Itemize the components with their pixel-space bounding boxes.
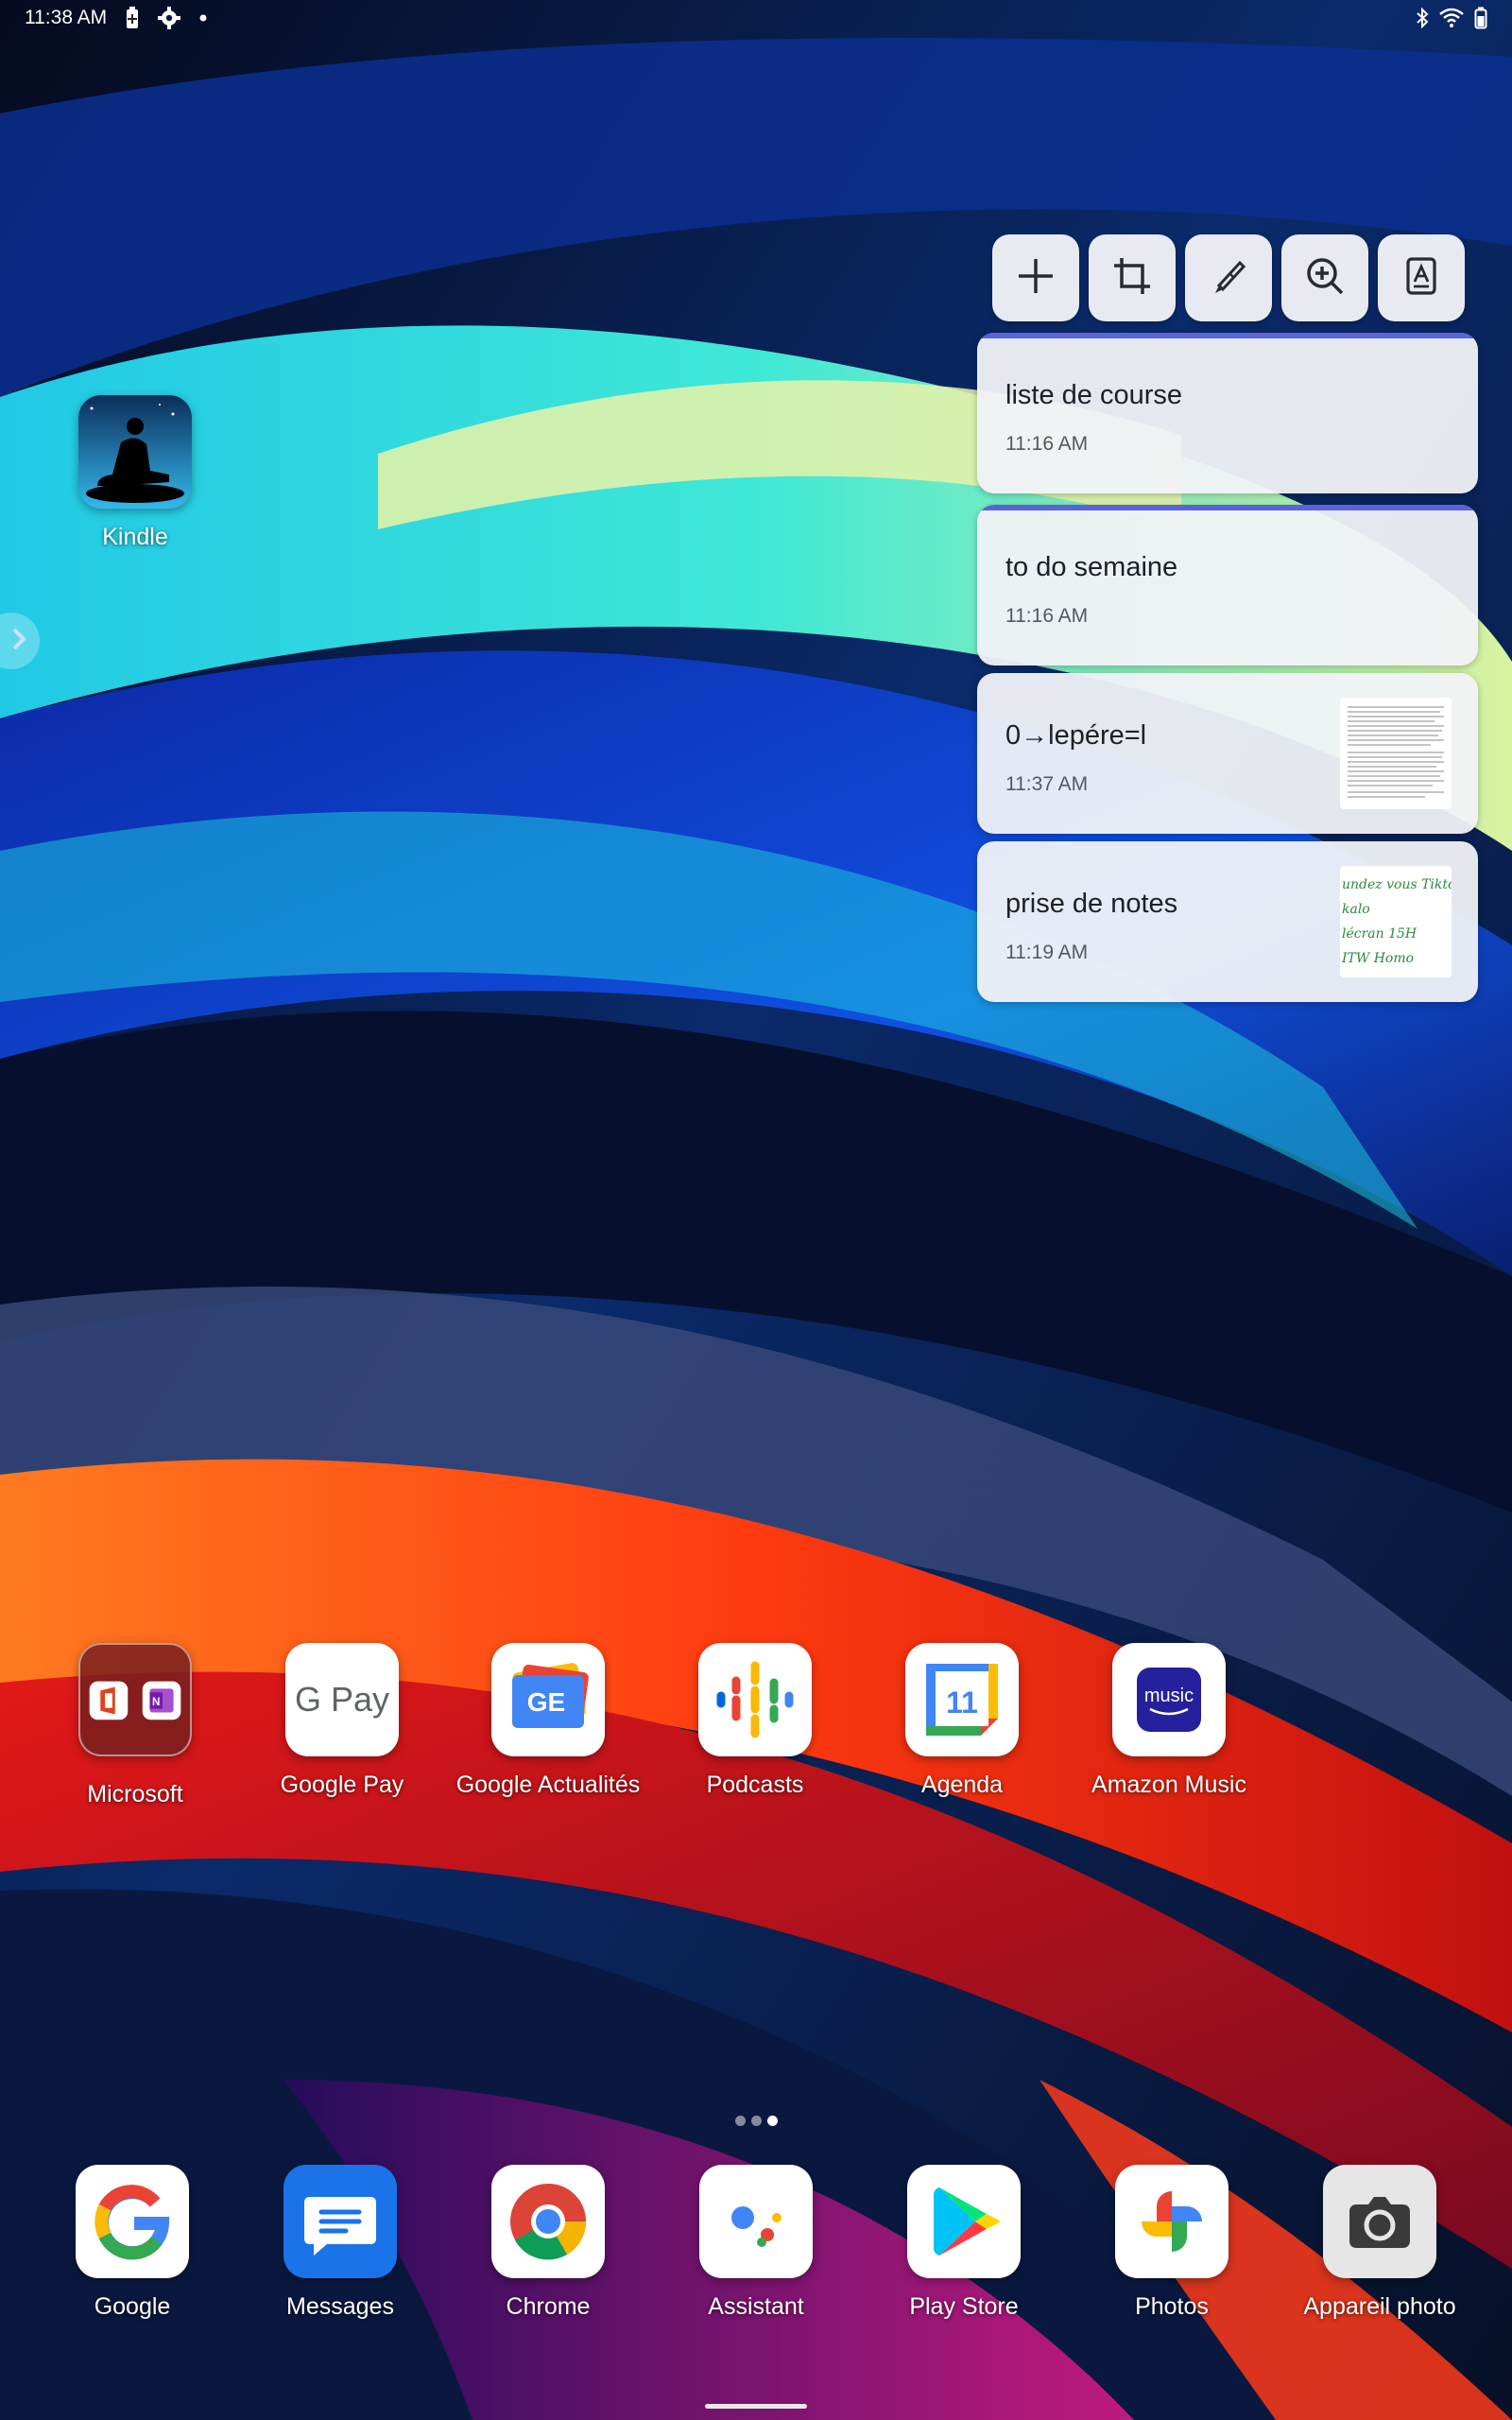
- google-icon: [76, 2165, 189, 2278]
- photos-icon: [1115, 2165, 1228, 2278]
- note-title: 0→lepére=l: [1005, 720, 1147, 751]
- gesture-navigation-handle[interactable]: [705, 2404, 807, 2409]
- wifi-icon: [1438, 8, 1465, 28]
- app-google-news[interactable]: GE Google Actualités: [444, 1643, 652, 1799]
- app-label: Appareil photo: [1303, 2293, 1456, 2320]
- note-time: 11:16 AM: [1005, 433, 1089, 455]
- pen-button[interactable]: [1185, 234, 1272, 321]
- app-label: Google: [94, 2293, 171, 2320]
- note-time: 11:16 AM: [1005, 605, 1089, 627]
- app-label: Messages: [286, 2293, 394, 2320]
- google-pay-text: G Pay: [295, 1680, 389, 1719]
- kindle-icon: [78, 395, 192, 509]
- google-news-icon: GE: [491, 1643, 605, 1756]
- note-thumbnail: undez vous Tiktok kalo lécran 15H ITW Ho…: [1340, 866, 1452, 977]
- app-calendar[interactable]: 11 Agenda: [858, 1643, 1066, 1799]
- handwriting-line: undez vous Tiktok: [1342, 877, 1452, 892]
- page-dot[interactable]: [751, 2116, 762, 2126]
- google-pay-icon: G Pay: [285, 1643, 399, 1756]
- dock-app-play-store[interactable]: Play Store: [860, 2165, 1068, 2321]
- calendar-day: 11: [946, 1685, 978, 1720]
- document-button[interactable]: [1378, 234, 1465, 321]
- app-label: Kindle: [102, 524, 168, 550]
- calendar-icon: 11: [905, 1643, 1019, 1756]
- note-card[interactable]: 0→lepére=l 11:37 AM: [977, 673, 1478, 834]
- app-podcasts[interactable]: Podcasts: [651, 1643, 859, 1799]
- podcasts-icon: [698, 1643, 812, 1756]
- zoom-in-icon: [1304, 255, 1346, 302]
- messages-icon: [284, 2165, 397, 2278]
- handwriting-line: kalo: [1342, 902, 1370, 917]
- app-label: Google Actualités: [455, 1772, 641, 1798]
- assistant-icon: [699, 2165, 813, 2278]
- notes-toolbar: [992, 234, 1465, 321]
- app-label: Amazon Music: [1091, 1772, 1246, 1798]
- pen-icon: [1208, 255, 1249, 302]
- settings-icon: [158, 7, 181, 29]
- note-card[interactable]: to do semaine 11:16 AM: [977, 505, 1478, 666]
- battery-saver-icon: [126, 7, 139, 29]
- handwriting-line: ITW Homo: [1341, 951, 1414, 966]
- note-time: 11:37 AM: [1005, 773, 1089, 795]
- app-label: Microsoft: [87, 1781, 183, 1807]
- crop-icon: [1111, 255, 1153, 302]
- document-icon: [1400, 255, 1442, 302]
- status-time: 11:38 AM: [25, 7, 108, 28]
- note-card[interactable]: prise de notes 11:19 AM undez vous Tikto…: [977, 841, 1478, 1002]
- dock-app-chrome[interactable]: Chrome: [444, 2165, 652, 2321]
- note-title: prise de notes: [1005, 889, 1178, 919]
- app-label: Podcasts: [706, 1772, 804, 1798]
- app-label: Play Store: [909, 2293, 1019, 2320]
- dock-app-google[interactable]: Google: [28, 2165, 236, 2321]
- app-amazon-music[interactable]: music Amazon Music: [1065, 1643, 1273, 1799]
- app-kindle[interactable]: Kindle: [31, 395, 239, 551]
- crop-button[interactable]: [1089, 234, 1176, 321]
- dock-app-camera[interactable]: Appareil photo: [1276, 2165, 1484, 2321]
- amazon-music-text: music: [1144, 1685, 1194, 1706]
- battery-icon: [1474, 7, 1487, 29]
- app-label: Photos: [1135, 2293, 1209, 2320]
- google-news-text: GE: [527, 1687, 565, 1717]
- add-note-button[interactable]: [992, 234, 1079, 321]
- handwriting-line: lécran 15H: [1342, 926, 1418, 942]
- page-indicator: [735, 2116, 778, 2126]
- note-title: to do semaine: [1005, 552, 1178, 582]
- play-store-icon: [907, 2165, 1021, 2278]
- app-microsoft-folder[interactable]: N Microsoft: [31, 1643, 239, 1808]
- dock-app-photos[interactable]: Photos: [1068, 2165, 1276, 2321]
- svg-text:N: N: [152, 1696, 160, 1708]
- note-card[interactable]: liste de course 11:16 AM: [977, 333, 1478, 493]
- dock-app-messages[interactable]: Messages: [236, 2165, 444, 2321]
- app-label: Chrome: [506, 2293, 591, 2320]
- note-time: 11:19 AM: [1005, 942, 1089, 963]
- dock-app-assistant[interactable]: Assistant: [652, 2165, 860, 2321]
- chevron-right-icon: [11, 627, 26, 656]
- camera-icon: [1323, 2165, 1436, 2278]
- app-label: Google Pay: [280, 1772, 404, 1798]
- status-bar: 11:38 AM: [0, 0, 1512, 36]
- note-title: liste de course: [1005, 380, 1182, 410]
- page-dot[interactable]: [735, 2116, 746, 2126]
- zoom-button[interactable]: [1281, 234, 1368, 321]
- app-label: Agenda: [920, 1772, 1004, 1798]
- add-icon: [1015, 255, 1057, 302]
- bluetooth-icon: [1416, 8, 1429, 28]
- note-thumbnail: [1340, 698, 1452, 809]
- dot-icon: [199, 14, 207, 22]
- amazon-music-icon: music: [1112, 1643, 1226, 1756]
- chrome-icon: [491, 2165, 605, 2278]
- microsoft-folder-icon: N: [78, 1643, 192, 1756]
- page-dot-active[interactable]: [767, 2116, 778, 2126]
- app-google-pay[interactable]: G Pay Google Pay: [238, 1643, 446, 1799]
- notes-list: liste de course 11:16 AM to do semaine 1…: [977, 333, 1478, 1013]
- app-label: Assistant: [708, 2293, 804, 2320]
